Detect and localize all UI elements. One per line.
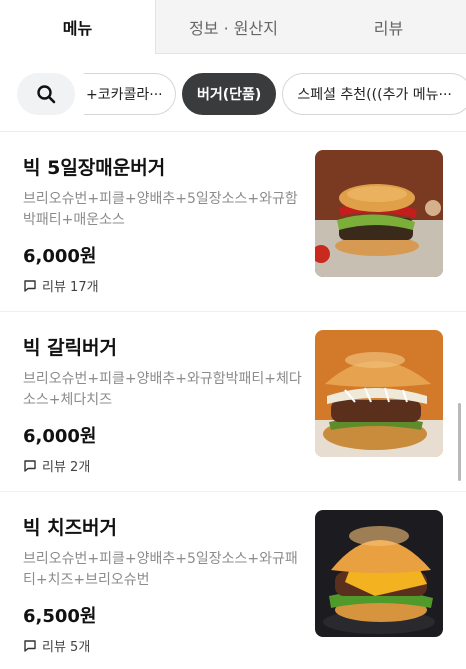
chip-category-burger-single[interactable]: 버거(단품): [182, 73, 277, 115]
menu-item-review-count[interactable]: 리뷰 2개: [23, 456, 90, 475]
menu-item-photo[interactable]: [315, 330, 443, 457]
search-button[interactable]: [17, 73, 75, 115]
review-count-label: 리뷰 5개: [42, 640, 91, 655]
scrollbar-thumb[interactable]: [458, 403, 461, 481]
menu-item-name: 빅 치즈버거: [23, 517, 118, 539]
category-chips: +코카콜라··· 버거(단품) 스페셜 추천(((추가 메뉴···: [84, 73, 466, 115]
menu-item-review-count[interactable]: 리뷰 17개: [23, 276, 99, 295]
menu-item-review-count[interactable]: 리뷰 5개: [23, 636, 90, 655]
tab-bar: 메뉴 정보 · 원산지 리뷰: [0, 0, 466, 54]
menu-item-description: 브리오슈번+피클+양배추+5일장소스+와규패티+치즈+브리오슈번: [23, 551, 298, 588]
review-count-label: 리뷰 17개: [42, 280, 99, 295]
tab-info-origin[interactable]: 정보 · 원산지: [156, 0, 311, 53]
comment-icon: [24, 279, 36, 292]
menu-item-name: 빅 갈릭버거: [23, 337, 118, 359]
menu-item-price: 6,500원: [23, 606, 97, 627]
menu-item[interactable]: 빅 갈릭버거 브리오슈번+피클+양배추+와규함박패티+체다소스+체다치즈 6,0…: [0, 312, 466, 492]
chip-category-coca-cola[interactable]: +코카콜라···: [84, 73, 176, 115]
search-icon: [37, 85, 56, 104]
category-filter-bar: +코카콜라··· 버거(단품) 스페셜 추천(((추가 메뉴···: [0, 54, 466, 132]
menu-item-description: 브리오슈번+피클+양배추+5일장소스+와규함박패티+매운소스: [23, 191, 298, 228]
menu-item[interactable]: 빅 치즈버거 브리오슈번+피클+양배추+5일장소스+와규패티+치즈+브리오슈번 …: [0, 492, 466, 669]
comment-icon: [24, 639, 36, 652]
chip-category-special[interactable]: 스페셜 추천(((추가 메뉴···: [282, 73, 466, 115]
tab-reviews[interactable]: 리뷰: [311, 0, 466, 53]
tab-menu[interactable]: 메뉴: [0, 0, 156, 54]
menu-item-description: 브리오슈번+피클+양배추+와규함박패티+체다소스+체다치즈: [23, 371, 302, 408]
menu-item-photo[interactable]: [315, 150, 443, 277]
menu-item-price: 6,000원: [23, 246, 97, 267]
menu-item-price: 6,000원: [23, 426, 97, 447]
menu-item-photo[interactable]: [315, 510, 443, 637]
menu-item-name: 빅 5일장매운버거: [23, 157, 166, 179]
menu-item[interactable]: 빅 5일장매운버거 브리오슈번+피클+양배추+5일장소스+와규함박패티+매운소스…: [0, 132, 466, 312]
comment-icon: [24, 459, 36, 472]
review-count-label: 리뷰 2개: [42, 460, 91, 475]
